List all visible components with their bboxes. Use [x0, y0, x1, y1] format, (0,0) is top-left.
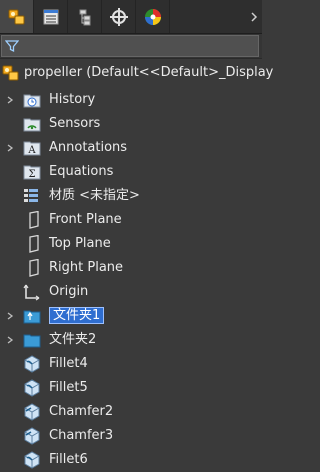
annotations-icon: A	[23, 141, 41, 156]
tree-item-label: Right Plane	[49, 260, 124, 275]
tree-item-label: History	[49, 92, 96, 107]
expand-arrow-icon	[7, 144, 14, 152]
expand-toggle[interactable]	[5, 335, 15, 345]
tree-item-folder-2[interactable]: 文件夹2	[0, 328, 262, 352]
chevron-right-icon	[251, 11, 258, 22]
filter-input[interactable]	[1, 35, 259, 57]
tree-item-equations[interactable]: Σ Equations	[0, 160, 262, 184]
tree-item-label: Front Plane	[49, 212, 122, 227]
configuration-icon	[79, 9, 90, 25]
tree-item-right-plane[interactable]: Right Plane	[0, 256, 262, 280]
tree-item-history[interactable]: History	[0, 88, 262, 112]
feature-tree: propeller (Default<<Default>_Display His…	[0, 58, 273, 472]
tree-item-label: Equations	[49, 164, 114, 179]
tree-item-label: Origin	[49, 284, 89, 299]
tree-item-fillet6[interactable]: Fillet6	[0, 448, 262, 472]
tree-item-folder-1[interactable]: 文件夹1	[0, 304, 262, 328]
folder-rename-field[interactable]: 文件夹1	[49, 307, 105, 324]
tree-item-annotations[interactable]: A Annotations	[0, 136, 262, 160]
expand-arrow-icon	[7, 312, 14, 320]
manager-tab-bar	[0, 0, 262, 34]
tree-item-front-plane[interactable]: Front Plane	[0, 208, 262, 232]
tree-item-label: Sensors	[49, 116, 101, 131]
tree-item-fillet4[interactable]: Fillet4	[0, 352, 262, 376]
tree-item-fillet5[interactable]: Fillet5	[0, 376, 262, 400]
filter-icon[interactable]	[5, 39, 19, 53]
dimxpert-tab[interactable]	[102, 0, 136, 33]
tree-item-label: 文件夹2	[49, 332, 97, 347]
tree-item-label: Chamfer3	[49, 428, 114, 443]
tree-item-top-plane[interactable]: Top Plane	[0, 232, 262, 256]
expand-toggle[interactable]	[5, 95, 15, 105]
svg-text:A: A	[27, 145, 36, 156]
expand-arrow-icon	[7, 96, 14, 104]
filter-bar	[0, 34, 262, 59]
tree-root-label: propeller (Default<<Default>_Display	[24, 65, 274, 80]
expand-arrow-icon	[7, 336, 14, 344]
plane-icon	[29, 235, 39, 253]
property-manager-tab[interactable]	[34, 0, 68, 33]
fillet-icon	[24, 355, 40, 373]
chamfer-icon	[24, 403, 40, 421]
tree-item-chamfer2[interactable]: Chamfer2	[0, 400, 262, 424]
part-icon	[2, 65, 19, 81]
expand-toggle[interactable]	[5, 311, 15, 321]
tree-item-label: Chamfer2	[49, 404, 114, 419]
chamfer-icon	[24, 427, 40, 445]
configuration-manager-tab[interactable]	[68, 0, 102, 33]
folder-icon	[23, 334, 41, 348]
display-manager-tab[interactable]	[136, 0, 170, 33]
tab-overflow[interactable]	[170, 0, 262, 33]
display-pie-icon	[144, 8, 161, 25]
tree-item-material[interactable]: 材质 <未指定>	[0, 184, 262, 208]
tree-item-label: Top Plane	[49, 236, 111, 251]
feature-manager-tab[interactable]	[0, 0, 34, 33]
material-icon	[24, 189, 38, 202]
crosshair-icon	[109, 7, 128, 26]
tree-item-label: Fillet6	[49, 452, 88, 467]
expand-toggle[interactable]	[5, 143, 15, 153]
tree-root[interactable]: propeller (Default<<Default>_Display	[0, 58, 273, 88]
property-sheet-icon	[43, 9, 58, 24]
fillet-icon	[24, 451, 40, 469]
plane-icon	[29, 211, 39, 229]
equations-icon: Σ	[23, 165, 41, 180]
tree-item-origin[interactable]: Origin	[0, 280, 262, 304]
history-folder-icon	[23, 94, 41, 108]
fillet-icon	[24, 379, 40, 397]
folder-icon	[23, 310, 41, 324]
svg-text:Σ: Σ	[28, 169, 35, 180]
feature-tree-icon	[8, 9, 24, 24]
tree-item-label: Fillet4	[49, 356, 88, 371]
plane-icon	[29, 259, 39, 277]
origin-icon	[23, 284, 40, 301]
tree-item-label: Annotations	[49, 140, 128, 155]
tree-item-chamfer3[interactable]: Chamfer3	[0, 424, 262, 448]
tree-item-label: Fillet5	[49, 380, 88, 395]
tree-item-sensors[interactable]: Sensors	[0, 112, 262, 136]
sensors-folder-icon	[23, 118, 41, 132]
tree-item-label: 材质 <未指定>	[49, 188, 140, 203]
